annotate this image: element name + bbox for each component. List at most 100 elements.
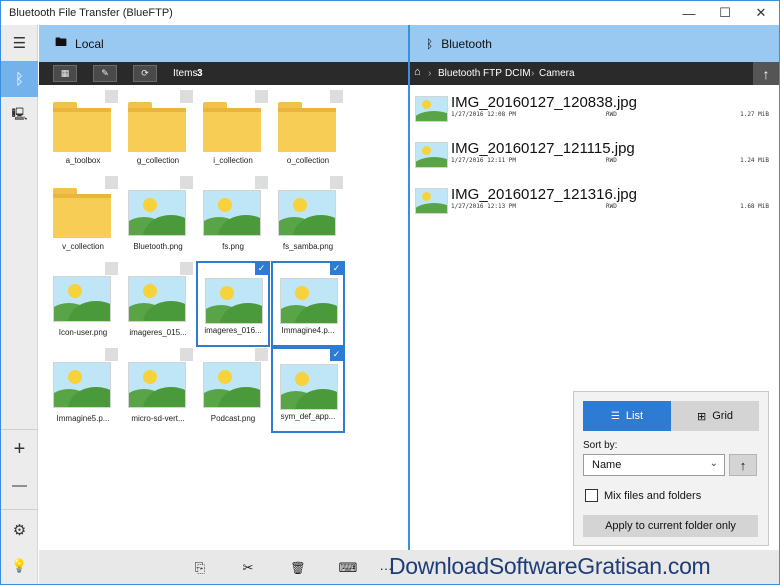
sort-value: Name: [592, 459, 622, 471]
settings-icon[interactable]: ⚙: [1, 512, 38, 548]
tile-label: Podcast.png: [210, 414, 256, 423]
grid-label: Grid: [712, 410, 733, 422]
tile-label: Bluetooth.png: [133, 242, 183, 251]
image-file-icon: [280, 364, 338, 410]
view-options-popup: ☰ List ⊞ Grid Sort by: Name ⌄ ↑ Mix file…: [573, 391, 769, 546]
selection-checkbox[interactable]: ✓: [330, 262, 343, 275]
remove-icon[interactable]: —: [1, 467, 38, 503]
mix-files-label: Mix files and folders: [604, 490, 702, 502]
image-tile[interactable]: ✓ sym_def_app...: [271, 347, 345, 433]
local-toolbar: ▦ ✎ ⟳ Items: 3: [39, 62, 408, 85]
tile-label: imageres_015...: [129, 328, 187, 337]
tips-icon[interactable]: 💡: [1, 548, 38, 584]
file-size: 1.27 MiB: [740, 111, 769, 118]
sidebar-divider-2: [1, 509, 38, 510]
selection-checkbox[interactable]: [180, 348, 193, 361]
refresh-icon[interactable]: ⟳: [133, 65, 157, 82]
add-icon[interactable]: +: [1, 431, 38, 467]
breadcrumb-dcim[interactable]: DCIM: [505, 68, 531, 79]
image-tile[interactable]: Icon-user.png: [46, 261, 120, 347]
mix-files-checkbox[interactable]: [585, 489, 598, 502]
breadcrumb-camera[interactable]: Camera: [539, 68, 575, 79]
folder-icon: [128, 102, 186, 152]
file-name: IMG_20160127_121316.jpg: [451, 186, 637, 203]
selection-checkbox[interactable]: [105, 348, 118, 361]
folder-tile[interactable]: o_collection: [271, 89, 345, 175]
list-item[interactable]: IMG_20160127_121115.jpg 1/27/2016 12:11 P…: [410, 131, 779, 177]
items-count: 3: [197, 68, 203, 79]
cut-icon[interactable]: ✂: [237, 558, 259, 578]
hamburger-menu-icon[interactable]: ☰: [1, 25, 38, 61]
copy-icon[interactable]: ⎘: [189, 558, 211, 578]
maximize-button[interactable]: ☐: [707, 1, 743, 25]
folder-tile[interactable]: v_collection: [46, 175, 120, 261]
selection-checkbox[interactable]: [255, 90, 268, 103]
selection-checkbox[interactable]: ✓: [330, 348, 343, 361]
apply-folder-button[interactable]: Apply to current folder only: [583, 515, 758, 537]
selection-checkbox[interactable]: [105, 90, 118, 103]
close-button[interactable]: ✕: [743, 1, 779, 25]
image-file-icon: [203, 190, 261, 236]
image-tile[interactable]: ✓ Immagine4.p...: [271, 261, 345, 347]
image-tile[interactable]: fs_samba.png: [271, 175, 345, 261]
image-tile[interactable]: micro-sd-vert...: [121, 347, 195, 433]
tile-label: sym_def_app...: [280, 412, 336, 421]
selection-checkbox[interactable]: [255, 176, 268, 189]
image-tile[interactable]: fs.png: [196, 175, 270, 261]
selection-checkbox[interactable]: [255, 348, 268, 361]
selection-checkbox[interactable]: [105, 262, 118, 275]
tile-label: Icon-user.png: [58, 328, 108, 337]
file-size: 1.24 MiB: [740, 157, 769, 164]
bluetooth-icon[interactable]: ᛒ: [1, 61, 38, 97]
image-file-icon: [280, 278, 338, 324]
sort-select[interactable]: Name ⌄: [583, 454, 725, 476]
rename-icon[interactable]: ⌨: [337, 558, 359, 578]
tile-label: micro-sd-vert...: [131, 414, 185, 423]
up-folder-button[interactable]: ↑: [753, 62, 779, 85]
sort-direction-button[interactable]: ↑: [729, 454, 757, 476]
image-tile[interactable]: Podcast.png: [196, 347, 270, 433]
image-tile[interactable]: imageres_015...: [121, 261, 195, 347]
new-folder-icon[interactable]: ✎: [93, 65, 117, 82]
selection-checkbox[interactable]: [105, 176, 118, 189]
list-view-button[interactable]: ☰ List: [583, 401, 671, 431]
sidebar: ☰ ᛒ 🖳 + — ⚙ 💡: [1, 25, 38, 584]
selection-checkbox[interactable]: [330, 176, 343, 189]
bluetooth-header-icon: ᛒ: [426, 36, 434, 51]
list-item[interactable]: IMG_20160127_121316.jpg 1/27/2016 12:13 P…: [410, 177, 779, 223]
selection-checkbox[interactable]: [180, 90, 193, 103]
devices-icon[interactable]: 🖳: [1, 97, 38, 133]
image-tile[interactable]: Bluetooth.png: [121, 175, 195, 261]
tile-label: Immagine5.p...: [56, 414, 110, 423]
folder-tile[interactable]: a_toolbox: [46, 89, 120, 175]
selection-checkbox[interactable]: ✓: [255, 262, 268, 275]
grid-icon: ⊞: [697, 410, 707, 423]
tile-label: i_collection: [213, 156, 253, 165]
image-file-icon: [53, 362, 111, 408]
minimize-button[interactable]: —: [671, 1, 707, 25]
tile-label: Immagine4.p...: [281, 326, 335, 335]
image-tile[interactable]: Immagine5.p...: [46, 347, 120, 433]
tile-label: g_collection: [136, 156, 180, 165]
watermark-text: DownloadSoftwareGratisan.com: [389, 553, 711, 579]
file-date: 1/27/2016 12:11 PM: [451, 157, 517, 164]
file-size: 1.68 MiB: [740, 203, 769, 210]
tile-label: o_collection: [286, 156, 330, 165]
list-item[interactable]: IMG_20160127_120838.jpg 1/27/2016 12:08 P…: [410, 85, 779, 131]
selection-checkbox[interactable]: [180, 262, 193, 275]
selection-checkbox[interactable]: [180, 176, 193, 189]
home-icon[interactable]: ⌂: [414, 66, 421, 78]
selection-checkbox[interactable]: [330, 90, 343, 103]
app-window: Bluetooth File Transfer (BlueFTP) — ☐ ✕ …: [0, 0, 780, 585]
breadcrumb-bluetooth-ftp[interactable]: Bluetooth FTP: [438, 68, 502, 79]
image-tile[interactable]: ✓ imageres_016...: [196, 261, 270, 347]
folder-tile[interactable]: g_collection: [121, 89, 195, 175]
image-thumbnail-icon: [415, 188, 448, 214]
folder-icon: [278, 102, 336, 152]
grid-view-button[interactable]: ⊞ Grid: [671, 401, 759, 431]
select-all-icon[interactable]: ▦: [53, 65, 77, 82]
delete-icon[interactable]: 🗑: [287, 558, 309, 578]
image-file-icon: [128, 362, 186, 408]
folder-tile[interactable]: i_collection: [196, 89, 270, 175]
folder-icon: [53, 102, 111, 152]
